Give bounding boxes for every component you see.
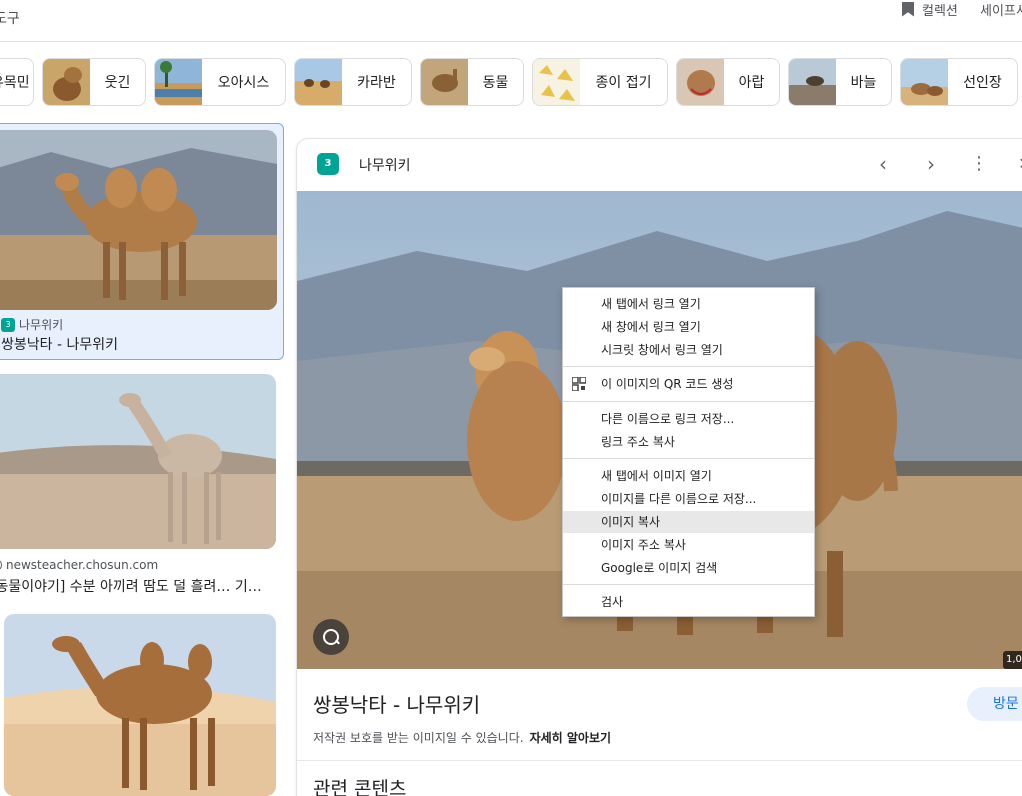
result-title[interactable]: 쌍봉낙타 - 나무위키 [1, 334, 118, 354]
menu-label: 이 이미지의 QR 코드 생성 [601, 377, 734, 391]
bookmark-icon [902, 1, 914, 17]
result-title[interactable]: [동물이야기] 수분 아끼려 땀도 덜 흘려… 기… [0, 576, 262, 596]
result-source: 3 나무위키 [1, 316, 63, 333]
copyright-notice: 저작권 보호를 받는 이미지일 수 있습니다. 자세히 알아보기 [313, 729, 611, 746]
chip-label: 동물 [482, 75, 509, 91]
chip-thumbnail [533, 59, 580, 105]
chip-label: 오아시스 [217, 75, 270, 91]
tools-button[interactable]: 도구 [0, 8, 20, 28]
menu-qr-code[interactable]: 이 이미지의 QR 코드 생성 [563, 373, 814, 395]
chip-label: 유목민 [0, 75, 30, 91]
chip-thumbnail [155, 59, 202, 105]
chip-label: 아랍 [738, 75, 765, 91]
related-content-heading: 관련 콘텐츠 [313, 778, 407, 796]
camel-photo [4, 614, 276, 796]
chip-cactus[interactable]: 선인장 [900, 58, 1018, 106]
result-image[interactable] [0, 130, 277, 310]
namuwiki-icon: 3 [1, 317, 15, 332]
menu-open-link-new-window[interactable]: 새 창에서 링크 열기 [563, 316, 814, 338]
menu-copy-image-address[interactable]: 이미지 주소 복사 [563, 534, 814, 556]
collections-button[interactable]: 컬렉션 [902, 0, 958, 19]
chip-thumbnail [901, 59, 948, 105]
result-source-label: newsteacher.chosun.com [6, 558, 159, 572]
menu-open-link-incognito[interactable]: 시크릿 창에서 링크 열기 [563, 339, 814, 361]
chip-thumbnail [421, 59, 468, 105]
menu-open-image-new-tab[interactable]: 새 탭에서 이미지 열기 [563, 465, 814, 487]
google-lens-icon[interactable] [313, 619, 349, 655]
safesearch-button[interactable]: 세이프서치 [980, 0, 1022, 19]
chip-label: 바늘 [850, 75, 877, 91]
menu-copy-link-address[interactable]: 링크 주소 복사 [563, 431, 814, 453]
learn-more-link[interactable]: 자세히 알아보기 [530, 731, 611, 745]
chip-origami[interactable]: 종이 접기 [532, 58, 668, 106]
camel-photo [0, 130, 277, 310]
chip-label: 선인장 [963, 75, 1002, 91]
panel-site-name[interactable]: 나무위키 [359, 155, 411, 175]
top-bar: 도구 컬렉션 세이프서치 [0, 0, 1022, 42]
copyright-text: 저작권 보호를 받는 이미지일 수 있습니다. [313, 731, 524, 745]
result-image[interactable] [4, 614, 276, 796]
chip-arab[interactable]: 아랍 [676, 58, 780, 106]
menu-save-image-as[interactable]: 이미지를 다른 이름으로 저장... [563, 488, 814, 510]
result-card[interactable]: newsteacher.chosun.com [동물이야기] 수분 아끼려 땀도… [0, 374, 280, 602]
visit-button[interactable]: 방문 [967, 687, 1022, 721]
image-size-badge: 1,0 [1003, 651, 1022, 669]
divider [297, 760, 1022, 761]
menu-inspect[interactable]: 검사 [563, 591, 814, 613]
chip-label: 웃긴 [104, 75, 131, 91]
chip-thumbnail [789, 59, 836, 105]
panel-header: 3 나무위키 ‹ › ⋮ ✕ [297, 139, 1022, 191]
chip-animal[interactable]: 동물 [420, 58, 524, 106]
panel-title[interactable]: 쌍봉낙타 - 나무위키 [313, 689, 480, 718]
menu-separator [563, 401, 814, 402]
globe-icon [0, 559, 2, 571]
menu-search-image-google[interactable]: Google로 이미지 검색 [563, 557, 814, 579]
chip-label: 카라반 [357, 75, 396, 91]
result-image[interactable] [0, 374, 276, 549]
qr-code-icon [572, 377, 586, 391]
menu-separator [563, 458, 814, 459]
result-source: newsteacher.chosun.com [0, 558, 158, 572]
context-menu: 새 탭에서 링크 열기 새 창에서 링크 열기 시크릿 창에서 링크 열기 이 … [562, 287, 815, 617]
menu-open-link-new-tab[interactable]: 새 탭에서 링크 열기 [563, 293, 814, 315]
chip-thumbnail [43, 59, 90, 105]
camel-photo [0, 374, 276, 549]
chip-needle[interactable]: 바늘 [788, 58, 892, 106]
chevron-right-icon[interactable]: › [919, 153, 943, 177]
chip-thumbnail [295, 59, 342, 105]
chevron-left-icon[interactable]: ‹ [871, 153, 895, 177]
collections-label: 컬렉션 [922, 3, 958, 19]
chip-label: 종이 접기 [595, 75, 652, 91]
close-icon[interactable]: ✕ [1013, 153, 1022, 177]
related-chips: 유목민 웃긴 오아시스 카라반 동물 종이 접기 아랍 바늘 선인장 [0, 58, 1022, 106]
menu-separator [563, 584, 814, 585]
menu-separator [563, 366, 814, 367]
chip-caravan[interactable]: 카라반 [294, 58, 412, 106]
result-source-label: 나무위키 [19, 318, 64, 332]
chip-nomad[interactable]: 유목민 [0, 58, 34, 106]
chip-oasis[interactable]: 오아시스 [154, 58, 286, 106]
namuwiki-icon: 3 [317, 153, 339, 175]
chip-funny[interactable]: 웃긴 [42, 58, 146, 106]
result-card-selected[interactable]: 3 나무위키 쌍봉낙타 - 나무위키 [0, 123, 284, 360]
menu-save-link-as[interactable]: 다른 이름으로 링크 저장... [563, 408, 814, 430]
more-vert-icon[interactable]: ⋮ [967, 153, 991, 177]
menu-copy-image[interactable]: 이미지 복사 [563, 511, 814, 533]
chip-thumbnail [677, 59, 724, 105]
